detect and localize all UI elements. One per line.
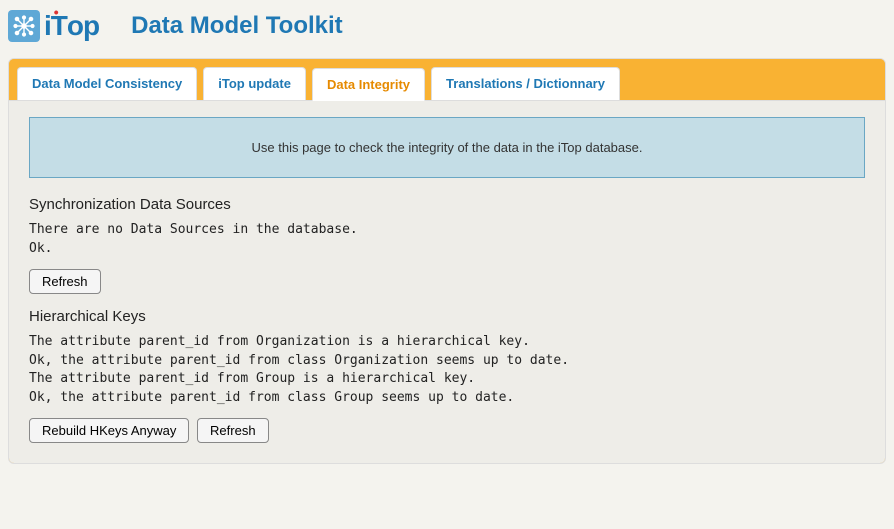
sync-buttons: Refresh xyxy=(29,269,865,294)
hkeys-buttons: Rebuild HKeys Anyway Refresh xyxy=(29,418,865,443)
main-panel: Data Model Consistency iTop update Data … xyxy=(8,58,886,464)
brand-logo: iT•op xyxy=(8,10,99,42)
tab-content: Use this page to check the integrity of … xyxy=(9,100,885,463)
page-title: Data Model Toolkit xyxy=(131,12,343,40)
tab-data-integrity[interactable]: Data Integrity xyxy=(312,68,425,101)
sync-output: There are no Data Sources in the databas… xyxy=(29,221,865,259)
tab-itop-update[interactable]: iTop update xyxy=(203,67,306,100)
header: iT•op Data Model Toolkit xyxy=(0,0,894,52)
tab-spacer xyxy=(626,67,877,100)
brand-text: iT•op xyxy=(44,10,99,42)
tab-data-model-consistency[interactable]: Data Model Consistency xyxy=(17,67,197,100)
hkeys-output: The attribute parent_id from Organizatio… xyxy=(29,333,865,408)
tab-translations-dictionnary[interactable]: Translations / Dictionnary xyxy=(431,67,620,100)
rebuild-hkeys-button[interactable]: Rebuild HKeys Anyway xyxy=(29,418,189,443)
sync-heading: Synchronization Data Sources xyxy=(29,196,865,213)
refresh-button[interactable]: Refresh xyxy=(29,269,101,294)
tab-bar: Data Model Consistency iTop update Data … xyxy=(9,59,885,100)
refresh-button[interactable]: Refresh xyxy=(197,418,269,443)
hkeys-heading: Hierarchical Keys xyxy=(29,308,865,325)
brand-icon xyxy=(8,10,40,42)
info-message: Use this page to check the integrity of … xyxy=(29,117,865,178)
